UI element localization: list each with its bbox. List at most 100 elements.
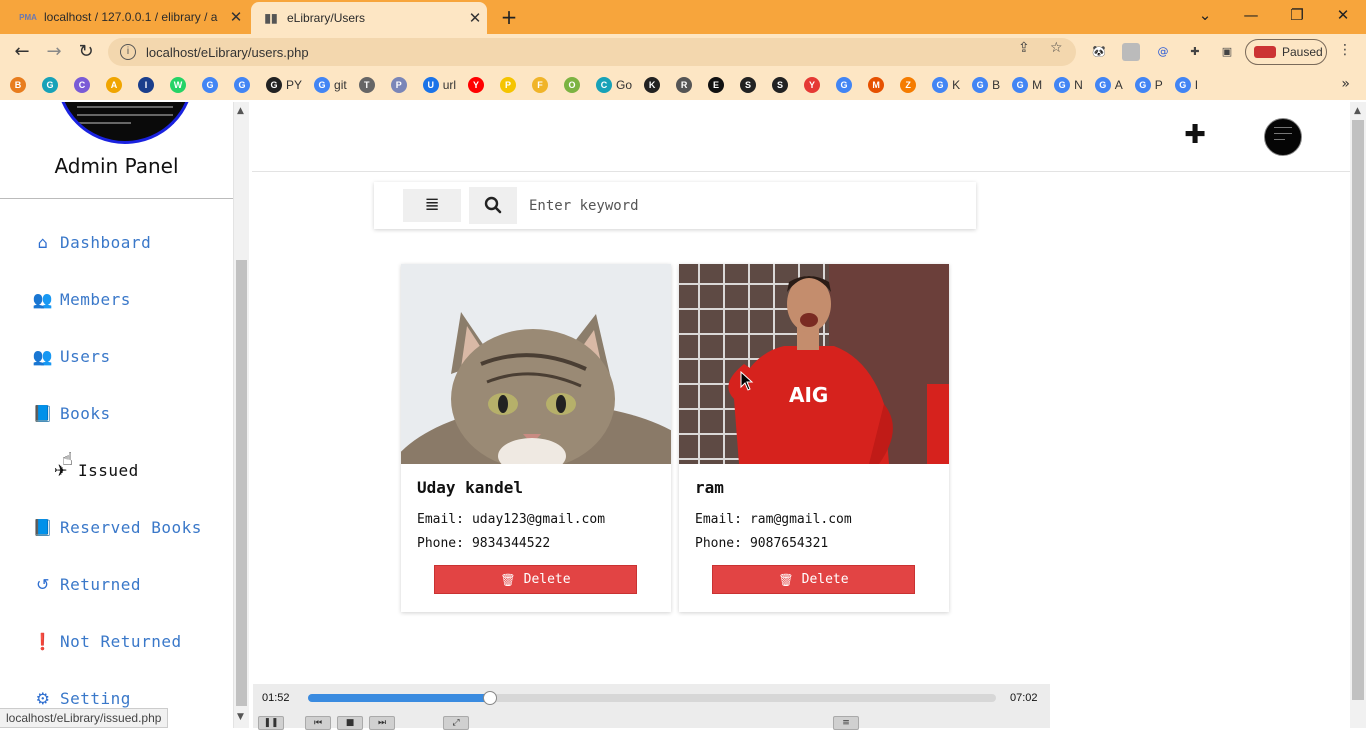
bookmark-favicon-icon: Y xyxy=(804,77,821,93)
page-scrollbar[interactable]: ▲ xyxy=(1350,102,1366,728)
bookmark-favicon-icon: G xyxy=(1012,77,1029,93)
bookmark-item[interactable]: P xyxy=(390,77,411,93)
menu-kebab-icon[interactable]: ⋮ xyxy=(1338,42,1352,58)
share-icon[interactable]: ⇪ xyxy=(1018,40,1030,56)
restore-button[interactable]: ❐ xyxy=(1285,6,1309,24)
bookmark-item[interactable]: R xyxy=(676,77,696,93)
bookmark-item[interactable]: G PY xyxy=(266,77,302,93)
book-icon: 📘 xyxy=(32,404,54,423)
url-bar[interactable]: i localhost/eLibrary/users.php xyxy=(108,38,1076,66)
sidebar-scrollbar[interactable]: ▲ ▼ xyxy=(233,102,249,728)
bookmark-item[interactable]: K xyxy=(644,77,664,93)
bookmark-item[interactable]: C xyxy=(74,77,94,93)
close-window-button[interactable]: ✕ xyxy=(1331,6,1355,24)
scroll-up-icon[interactable]: ▲ xyxy=(237,106,244,116)
bookmark-item[interactable]: GB xyxy=(972,77,1000,93)
sidebar-item-reserved-books[interactable]: 📘 Reserved Books xyxy=(32,518,202,537)
back-button[interactable]: ← xyxy=(11,41,33,62)
profile-paused-button[interactable]: Paused xyxy=(1245,39,1327,65)
forward-button[interactable]: → xyxy=(43,41,65,62)
bookmark-favicon-icon: G xyxy=(1054,77,1071,93)
bookmark-item[interactable]: S xyxy=(772,77,792,93)
bookmark-favicon-icon: S xyxy=(740,77,757,93)
bookmark-label: url xyxy=(442,78,457,92)
seek-handle[interactable] xyxy=(483,691,498,705)
bookmark-favicon-icon: G xyxy=(234,77,250,93)
more-bookmarks-icon[interactable]: » xyxy=(1341,76,1350,92)
bookmark-item[interactable]: I xyxy=(138,77,158,93)
bookmark-favicon-icon: E xyxy=(708,77,725,93)
bookmark-item[interactable]: G xyxy=(202,77,222,93)
reload-button[interactable]: ↻ xyxy=(75,41,97,62)
bookmark-item[interactable]: Y xyxy=(468,77,488,93)
bookmark-item[interactable]: E xyxy=(708,77,728,93)
bookmark-favicon-icon: Z xyxy=(900,77,917,93)
bookmark-item[interactable]: GN xyxy=(1054,77,1083,93)
seek-bar[interactable] xyxy=(308,691,996,705)
seek-progress xyxy=(308,694,491,702)
tab-search-icon[interactable]: ⌄ xyxy=(1193,6,1217,24)
bookmark-item[interactable]: GA xyxy=(1094,77,1123,93)
bookmark-item[interactable]: P xyxy=(500,77,520,93)
sidebar-item-books[interactable]: 📘 Books xyxy=(32,404,111,423)
bookmark-item[interactable]: G xyxy=(42,77,62,93)
panda-extension-icon[interactable]: 🐼 xyxy=(1090,43,1108,61)
bookmark-item[interactable]: Uurl xyxy=(422,77,457,93)
bookmark-item[interactable]: Z xyxy=(900,77,920,93)
bookmark-item[interactable]: F xyxy=(532,77,552,93)
bookmark-item[interactable]: B xyxy=(10,77,30,93)
delete-user-button[interactable]: 🗑 Delete xyxy=(434,565,637,594)
bookmark-item[interactable]: C Go xyxy=(596,77,632,93)
exclamation-icon: ❗ xyxy=(32,632,54,651)
bookmark-item[interactable]: GP xyxy=(1134,77,1163,93)
bookmark-item[interactable]: S xyxy=(740,77,760,93)
puzzle-extensions-icon[interactable]: ✚ xyxy=(1186,43,1204,61)
close-icon[interactable]: ✕ xyxy=(224,8,248,26)
side-panel-icon[interactable]: ▣ xyxy=(1218,43,1236,61)
search-input[interactable] xyxy=(517,187,972,224)
sidebar-item-members[interactable]: 👥 Members xyxy=(32,290,131,309)
close-icon[interactable]: ✕ xyxy=(463,9,487,27)
menu-toggle-button[interactable]: ≣ xyxy=(403,189,461,222)
search-button[interactable] xyxy=(469,187,517,224)
browser-tab-elibrary-users[interactable]: ▮▮ eLibrary/Users ✕ xyxy=(251,2,487,34)
bookmark-item[interactable]: A xyxy=(106,77,126,93)
bookmark-item[interactable]: G xyxy=(234,77,254,93)
bookmark-item[interactable]: M xyxy=(868,77,888,93)
bookmark-item[interactable]: GM xyxy=(1012,77,1042,93)
bookmark-label: B xyxy=(992,78,1001,92)
amazon-extension-icon[interactable]: @ xyxy=(1154,43,1172,61)
bookmark-item[interactable]: GI xyxy=(1174,77,1199,93)
bookmark-star-icon[interactable]: ☆ xyxy=(1050,40,1063,56)
delete-user-button[interactable]: 🗑 Delete xyxy=(712,565,915,594)
bookmark-favicon-icon: G xyxy=(314,77,331,93)
bookmark-item[interactable]: Ggit xyxy=(314,77,347,93)
extension-icon[interactable] xyxy=(1122,43,1140,61)
sidebar-item-users[interactable]: 👥 Users xyxy=(32,347,111,366)
bookmark-item[interactable]: Y xyxy=(804,77,824,93)
add-button[interactable]: ✚ xyxy=(1180,120,1210,150)
bookmark-item[interactable]: T xyxy=(358,77,379,93)
sidebar-item-not-returned[interactable]: ❗ Not Returned xyxy=(32,632,182,651)
sidebar-item-dashboard[interactable]: ⌂ Dashboard xyxy=(32,233,151,252)
bookmark-favicon-icon: G xyxy=(1134,77,1151,93)
user-avatar[interactable] xyxy=(1264,118,1302,156)
bookmark-favicon-icon: P xyxy=(390,77,407,93)
bookmark-item[interactable]: O xyxy=(564,77,584,93)
bookmark-item[interactable]: G xyxy=(836,77,856,93)
user-email: Email: ram@gmail.com xyxy=(695,512,852,527)
sidebar-scroll-thumb[interactable] xyxy=(236,260,247,706)
bookmark-label: I xyxy=(1194,78,1199,92)
site-info-icon[interactable]: i xyxy=(120,44,136,60)
page-scroll-thumb[interactable] xyxy=(1352,120,1364,700)
bookmark-item[interactable]: W xyxy=(170,77,190,93)
scroll-up-icon[interactable]: ▲ xyxy=(1354,106,1361,116)
sidebar-item-setting[interactable]: ⚙ Setting xyxy=(32,689,131,708)
bookmark-item[interactable]: GK xyxy=(932,77,960,93)
sidebar-item-returned[interactable]: ↺ Returned xyxy=(32,575,141,594)
scroll-down-icon[interactable]: ▼ xyxy=(237,712,244,722)
book-icon: 📘 xyxy=(32,518,54,537)
browser-tab-phpmyadmin[interactable]: PMA localhost / 127.0.0.1 / elibrary / a… xyxy=(8,0,248,34)
new-tab-button[interactable]: + xyxy=(498,5,520,29)
minimize-button[interactable]: — xyxy=(1239,6,1263,24)
